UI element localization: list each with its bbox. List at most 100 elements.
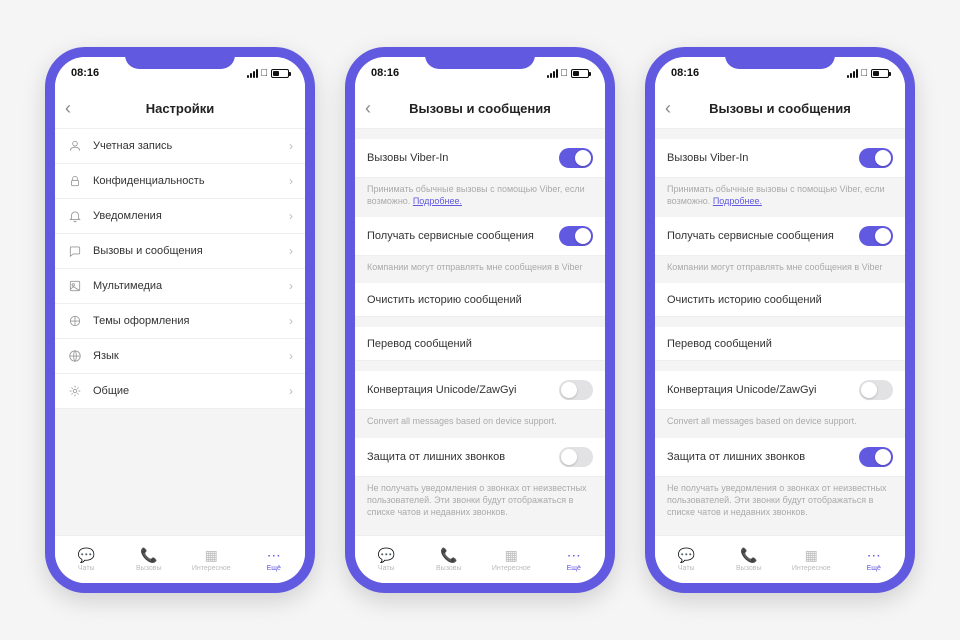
row-viber-in[interactable]: Вызовы Viber-In [355,139,605,178]
page-title: Настройки [65,101,295,116]
tab-chats[interactable]: 💬Чаты [55,536,118,583]
page-title: Вызовы и сообщения [665,101,895,116]
row-translate[interactable]: Перевод сообщений [355,327,605,361]
gear-icon [67,383,83,399]
settings-item-themes[interactable]: Темы оформления › [55,304,305,339]
settings-item-general[interactable]: Общие › [55,374,305,409]
desc-service-msgs: Компании могут отправлять мне сообщения … [655,256,905,283]
more-icon: ⋯ [567,547,581,563]
status-time: 08:16 [671,67,699,79]
tab-chats[interactable]: 💬Чаты [655,536,718,583]
header: ‹ Вызовы и сообщения [655,89,905,129]
phone-mockup-3: 08:16 􀙇 ‹ Вызовы и сообщения Вызовы Vibe… [645,47,915,593]
phone-mockup-1: 08:16 􀙇 ‹ Настройки Учетная запись › Кон… [45,47,315,593]
status-time: 08:16 [371,67,399,79]
notch [425,47,535,69]
desc-unicode: Convert all messages based on device sup… [655,410,905,437]
wifi-icon: 􀙇 [861,68,869,79]
grid-icon: ▦ [505,547,518,563]
chevron-right-icon: › [289,174,293,188]
chat-icon: 💬 [78,547,95,563]
notch [125,47,235,69]
desc-spam-protection: Не получать уведомления о звонках от неи… [355,477,605,528]
tabbar: 💬Чаты 📞Вызовы ▦Интересное ⋯Ещё [655,535,905,583]
battery-icon [571,69,589,78]
toggle-service-msgs[interactable] [859,226,893,246]
row-unicode[interactable]: Конвертация Unicode/ZawGyi [355,371,605,410]
chevron-right-icon: › [289,209,293,223]
chevron-right-icon: › [289,139,293,153]
page-title: Вызовы и сообщения [365,101,595,116]
tab-more[interactable]: ⋯Ещё [243,536,306,583]
more-icon: ⋯ [867,547,881,563]
tab-calls[interactable]: 📞Вызовы [118,536,181,583]
row-clear-history[interactable]: Очистить историю сообщений [655,283,905,317]
toggle-spam-protection[interactable] [559,447,593,467]
settings-item-account[interactable]: Учетная запись › [55,129,305,164]
chevron-right-icon: › [289,244,293,258]
link-more[interactable]: Подробнее. [413,196,462,206]
row-viber-in[interactable]: Вызовы Viber-In [655,139,905,178]
tabbar: 💬Чаты 📞Вызовы ▦Интересное ⋯Ещё [55,535,305,583]
user-icon [67,138,83,154]
status-time: 08:16 [71,67,99,79]
toggle-service-msgs[interactable] [559,226,593,246]
tab-chats[interactable]: 💬Чаты [355,536,418,583]
row-service-msgs[interactable]: Получать сервисные сообщения [655,217,905,256]
chat-icon: 💬 [678,547,695,563]
theme-icon [67,313,83,329]
tab-explore[interactable]: ▦Интересное [480,536,543,583]
chat-icon [67,243,83,259]
row-service-msgs[interactable]: Получать сервисные сообщения [355,217,605,256]
battery-icon [271,69,289,78]
globe-icon [67,348,83,364]
toggle-viber-in[interactable] [859,148,893,168]
tab-more[interactable]: ⋯Ещё [543,536,606,583]
row-translate[interactable]: Перевод сообщений [655,327,905,361]
desc-viber-in: Принимать обычные вызовы с помощью Viber… [655,178,905,217]
row-spam-protection[interactable]: Защита от лишних звонков [655,438,905,477]
phone-icon: 📞 [740,547,757,563]
tab-explore[interactable]: ▦Интересное [780,536,843,583]
row-spam-protection[interactable]: Защита от лишних звонков [355,438,605,477]
signal-icon [247,69,258,78]
tab-explore[interactable]: ▦Интересное [180,536,243,583]
settings-item-media[interactable]: Мультимедиа › [55,269,305,304]
battery-icon [871,69,889,78]
toggle-spam-protection[interactable] [859,447,893,467]
chevron-right-icon: › [289,314,293,328]
desc-unicode: Convert all messages based on device sup… [355,410,605,437]
header: ‹ Вызовы и сообщения [355,89,605,129]
chat-icon: 💬 [378,547,395,563]
desc-viber-in: Принимать обычные вызовы с помощью Viber… [355,178,605,217]
chevron-right-icon: › [289,384,293,398]
notch [725,47,835,69]
grid-icon: ▦ [205,547,218,563]
settings-item-privacy[interactable]: Конфиденциальность › [55,164,305,199]
tabbar: 💬Чаты 📞Вызовы ▦Интересное ⋯Ещё [355,535,605,583]
signal-icon [547,69,558,78]
link-more[interactable]: Подробнее. [713,196,762,206]
phone-mockup-2: 08:16 􀙇 ‹ Вызовы и сообщения Вызовы Vibe… [345,47,615,593]
row-unicode[interactable]: Конвертация Unicode/ZawGyi [655,371,905,410]
row-clear-history[interactable]: Очистить историю сообщений [355,283,605,317]
chevron-right-icon: › [289,279,293,293]
header: ‹ Настройки [55,89,305,129]
settings-item-calls-messages[interactable]: Вызовы и сообщения › [55,234,305,269]
tab-more[interactable]: ⋯Ещё [843,536,906,583]
phone-icon: 📞 [440,547,457,563]
toggle-unicode[interactable] [559,380,593,400]
chevron-right-icon: › [289,349,293,363]
tab-calls[interactable]: 📞Вызовы [718,536,781,583]
settings-item-notifications[interactable]: Уведомления › [55,199,305,234]
bell-icon [67,208,83,224]
toggle-unicode[interactable] [859,380,893,400]
grid-icon: ▦ [805,547,818,563]
signal-icon [847,69,858,78]
wifi-icon: 􀙇 [261,68,269,79]
more-icon: ⋯ [267,547,281,563]
wifi-icon: 􀙇 [561,68,569,79]
settings-item-language[interactable]: Язык › [55,339,305,374]
tab-calls[interactable]: 📞Вызовы [418,536,481,583]
toggle-viber-in[interactable] [559,148,593,168]
